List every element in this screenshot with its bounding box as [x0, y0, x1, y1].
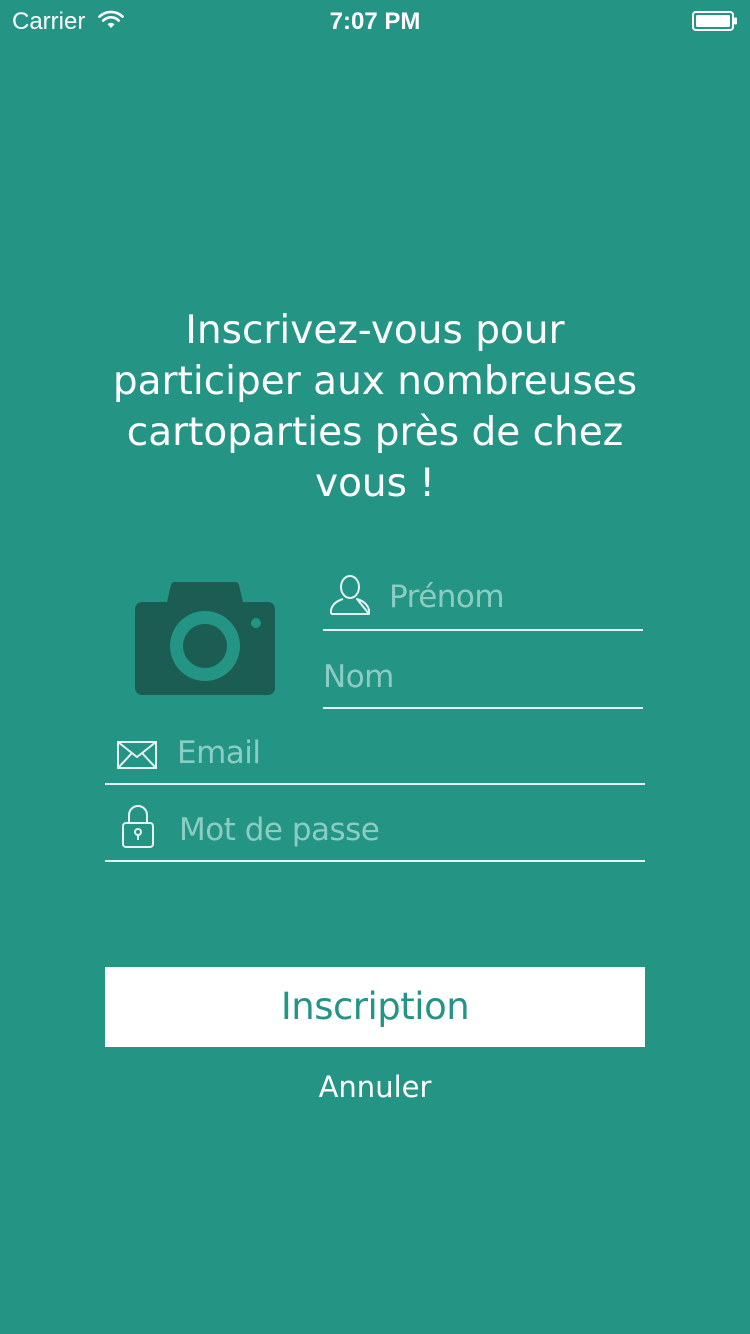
first-name-placeholder: Prénom [389, 579, 505, 615]
cancel-button[interactable]: Annuler [0, 1070, 750, 1104]
status-time: 7:07 PM [329, 8, 421, 35]
camera-icon[interactable] [135, 582, 275, 695]
first-name-field[interactable]: Prénom [323, 575, 643, 631]
status-bar: Carrier 7:07 PM [0, 0, 750, 40]
last-name-field[interactable]: Nom [323, 657, 643, 709]
password-field[interactable]: Mot de passe [105, 805, 645, 862]
last-name-placeholder: Nom [323, 659, 394, 695]
password-placeholder: Mot de passe [179, 812, 380, 848]
user-icon [329, 574, 371, 621]
email-placeholder: Email [177, 735, 261, 771]
envelope-icon [117, 741, 157, 774]
battery-icon [692, 11, 738, 31]
signup-button[interactable]: Inscription [105, 967, 645, 1047]
signup-headline: Inscrivez-vous pour participer aux nombr… [112, 308, 638, 506]
lock-icon [122, 804, 154, 853]
email-field[interactable]: Email [105, 733, 645, 785]
